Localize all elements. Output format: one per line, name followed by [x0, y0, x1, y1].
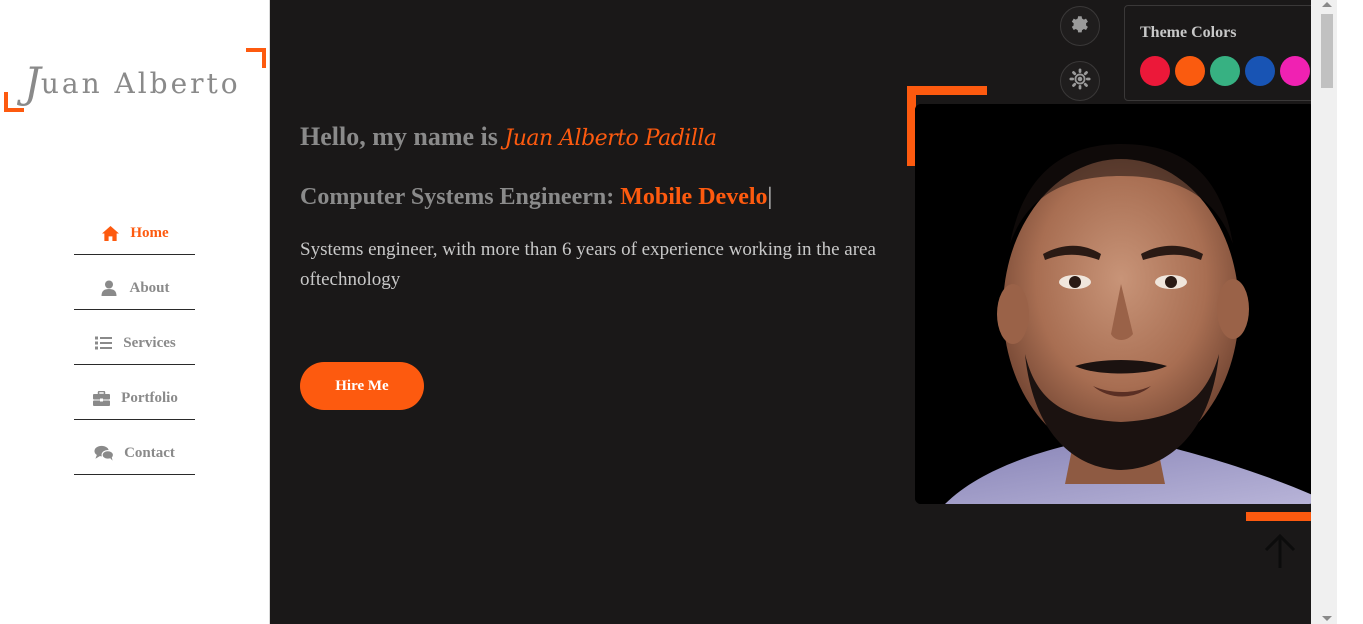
logo-corner-bottom-left — [4, 92, 24, 112]
profile-photo-wrapper — [907, 86, 1327, 522]
job-title: Computer Systems Engineern: Mobile Devel… — [300, 184, 772, 211]
settings-button[interactable] — [1060, 6, 1100, 46]
photo-frame-corner — [907, 86, 987, 95]
greeting: Hello, my name is Juan Alberto Padilla — [300, 122, 717, 152]
typed-role: Mobile Develo — [620, 184, 768, 210]
sidebar-item-label: Contact — [124, 444, 175, 461]
scroll-down-arrow-icon[interactable] — [1322, 616, 1332, 621]
typing-cursor: | — [767, 184, 773, 210]
gear-icon — [1069, 13, 1091, 40]
profile-photo — [915, 104, 1315, 504]
color-swatch-pink[interactable] — [1280, 56, 1310, 86]
logo[interactable]: Juan Alberto — [4, 48, 266, 112]
arrow-up-icon — [1260, 533, 1300, 576]
sidebar-item-home[interactable]: Home — [74, 200, 195, 255]
hero-description: Systems engineer, with more than 6 years… — [300, 239, 876, 290]
color-swatch-orange[interactable] — [1175, 56, 1205, 86]
home-icon — [100, 224, 120, 242]
scrollbar-thumb[interactable] — [1321, 14, 1333, 88]
theme-colors-panel: Theme Colors — [1124, 5, 1324, 101]
color-swatch-red[interactable] — [1140, 56, 1170, 86]
logo-text: Juan Alberto — [24, 58, 241, 107]
sidebar-item-label: Portfolio — [121, 389, 178, 406]
sidebar-item-contact[interactable]: Contact — [74, 420, 195, 475]
home-section: Hello, my name is Juan Alberto Padilla C… — [270, 0, 1337, 624]
color-swatch-green[interactable] — [1210, 56, 1240, 86]
greeting-prefix: Hello, my name is — [300, 122, 505, 151]
hire-me-button[interactable]: Hire Me — [300, 362, 424, 410]
job-title-prefix: Computer Systems Engineern: — [300, 184, 621, 210]
theme-swatches — [1140, 56, 1310, 86]
logo-corner-top-right — [246, 48, 266, 68]
sidebar-item-about[interactable]: About — [74, 255, 195, 310]
theme-colors-title: Theme Colors — [1140, 24, 1237, 41]
sun-icon — [1069, 67, 1091, 95]
color-swatch-blue[interactable] — [1245, 56, 1275, 86]
sidebar-item-label: About — [129, 279, 170, 296]
sidebar-item-label: Home — [130, 224, 169, 241]
user-icon — [99, 279, 119, 297]
hero-name: Juan Alberto Padilla — [504, 126, 717, 151]
briefcase-icon — [91, 389, 111, 407]
scroll-up-arrow-icon[interactable] — [1322, 2, 1332, 7]
back-to-top-button[interactable] — [1260, 532, 1300, 572]
theme-toggle-button[interactable] — [1060, 61, 1100, 101]
logo-initial: J — [24, 58, 41, 107]
sidebar-item-services[interactable]: Services — [74, 310, 195, 365]
logo-name: uan Alberto — [40, 67, 241, 100]
list-icon — [93, 334, 113, 352]
sidebar-item-label: Services — [123, 334, 176, 351]
chat-icon — [94, 444, 115, 462]
sidebar: Juan Alberto Home About Services Portfol… — [0, 0, 270, 624]
sidebar-nav: Home About Services Portfolio Contact — [74, 200, 195, 475]
page-scrollbar[interactable] — [1311, 0, 1337, 624]
sidebar-item-portfolio[interactable]: Portfolio — [74, 365, 195, 420]
